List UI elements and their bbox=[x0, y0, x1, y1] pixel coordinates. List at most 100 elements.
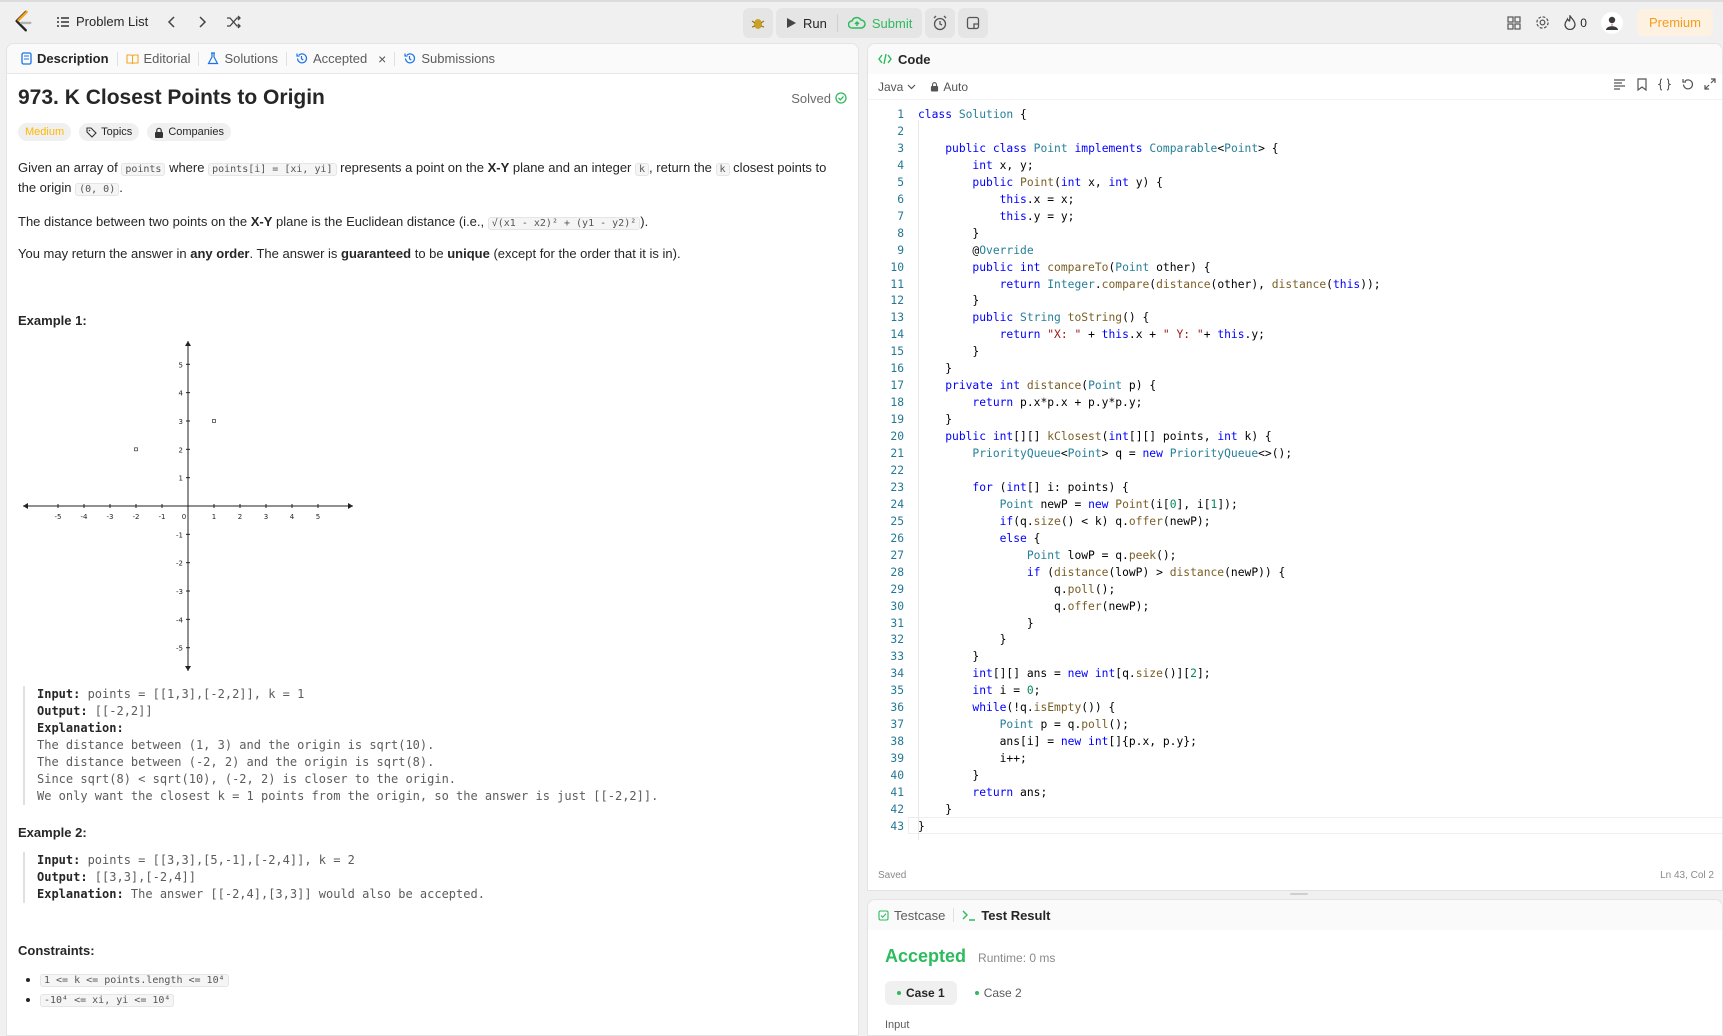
submit-label: Submit bbox=[871, 15, 913, 31]
braces-icon[interactable] bbox=[1658, 78, 1671, 91]
code-line[interactable]: public int compareTo(Point other) { bbox=[918, 261, 1210, 274]
history-icon bbox=[296, 53, 308, 64]
tab-submissions[interactable]: Submissions bbox=[397, 44, 501, 74]
code-line[interactable]: } bbox=[918, 820, 925, 833]
code-line[interactable]: } bbox=[918, 650, 979, 663]
code-line[interactable]: int[][] ans = new int[q.size()][2]; bbox=[918, 667, 1210, 680]
code-line[interactable]: Point newP = new Point(i[0], i[1]); bbox=[918, 498, 1238, 511]
language-select[interactable]: Java bbox=[878, 80, 916, 94]
code-line[interactable]: @Override bbox=[918, 244, 1033, 257]
prev-problem-button[interactable] bbox=[160, 11, 184, 33]
problem-list-button[interactable]: Problem List bbox=[50, 10, 154, 33]
code-line[interactable]: } bbox=[918, 362, 952, 375]
code-line[interactable]: int i = 0; bbox=[918, 684, 1040, 697]
code-line[interactable]: public class Point implements Comparable… bbox=[918, 142, 1278, 155]
lock-icon bbox=[155, 127, 164, 138]
code-line[interactable]: public int[][] kClosest(int[][] points, … bbox=[918, 430, 1272, 443]
expand-icon[interactable] bbox=[1704, 78, 1716, 90]
tab-description[interactable]: Description bbox=[15, 44, 115, 74]
tab-divider bbox=[198, 51, 200, 66]
notes-button[interactable] bbox=[958, 8, 989, 38]
layout-grid-icon[interactable] bbox=[1507, 15, 1521, 30]
case-1-button[interactable]: Case 1 bbox=[885, 981, 957, 1005]
tab-test-result[interactable]: Test Result bbox=[962, 908, 1050, 923]
code-line[interactable]: PriorityQueue<Point> q = new PriorityQue… bbox=[918, 447, 1292, 460]
run-button[interactable]: Run bbox=[776, 8, 837, 38]
topics-button[interactable]: Topics bbox=[79, 123, 140, 141]
code-line[interactable]: class Solution { bbox=[918, 108, 1027, 121]
constraints-list: 1 <= k <= points.length <= 10⁴ -10⁴ <= x… bbox=[40, 972, 847, 1007]
code-line[interactable]: public String toString() { bbox=[918, 311, 1149, 324]
code-line[interactable]: i++; bbox=[918, 752, 1027, 765]
code-line[interactable]: return Integer.compare(distance(other), … bbox=[918, 278, 1381, 291]
book-icon bbox=[125, 53, 139, 64]
code-line[interactable]: } bbox=[918, 345, 979, 358]
code-line[interactable]: if (distance(lowP) > distance(newP)) { bbox=[918, 566, 1286, 579]
code-line[interactable]: int x, y; bbox=[918, 159, 1033, 172]
code-line[interactable]: } bbox=[918, 633, 1007, 646]
y-tick-label: 1 bbox=[179, 475, 183, 483]
panel-resize-handle[interactable] bbox=[1290, 893, 1308, 895]
code-line[interactable]: while(!q.isEmpty()) { bbox=[918, 701, 1115, 714]
streak-counter[interactable]: 0 bbox=[1564, 15, 1587, 30]
code-line[interactable]: this.y = y; bbox=[918, 210, 1075, 223]
code-line[interactable]: this.x = x; bbox=[918, 193, 1075, 206]
code-line[interactable]: Point lowP = q.peek(); bbox=[918, 549, 1177, 562]
premium-button[interactable]: Premium bbox=[1636, 9, 1713, 36]
code-line[interactable]: } bbox=[918, 769, 979, 782]
tab-divider bbox=[116, 51, 118, 66]
code-line[interactable]: if(q.size() < k) q.offer(newP); bbox=[918, 515, 1211, 528]
bookmark-icon[interactable] bbox=[1636, 78, 1648, 91]
line-number: 36 bbox=[890, 701, 904, 715]
code-line[interactable]: } bbox=[918, 617, 1034, 630]
top-navigation: Problem List Run Submit 0 Premium bbox=[0, 0, 1723, 42]
description-panel: Description Editorial Solutions Accepted… bbox=[6, 43, 859, 1036]
check-circle-icon bbox=[835, 92, 847, 104]
submit-button[interactable]: Submit bbox=[838, 8, 922, 38]
tab-editorial[interactable]: Editorial bbox=[120, 44, 197, 74]
reset-icon[interactable] bbox=[1681, 78, 1694, 91]
code-line[interactable]: q.offer(newP); bbox=[918, 600, 1149, 613]
code-line[interactable]: } bbox=[918, 227, 979, 240]
gear-icon[interactable] bbox=[1535, 15, 1550, 30]
random-problem-button[interactable] bbox=[220, 11, 248, 33]
tab-solutions[interactable]: Solutions bbox=[201, 44, 283, 74]
code-panel: Code Java Auto 1 class Solution {2 3 publi… bbox=[867, 43, 1723, 891]
timer-button[interactable] bbox=[925, 8, 956, 38]
code-line[interactable]: Point p = q.poll(); bbox=[918, 718, 1129, 731]
code-line[interactable]: q.poll(); bbox=[918, 583, 1115, 596]
code-line[interactable]: else { bbox=[918, 532, 1041, 545]
code-editor[interactable]: 1 class Solution {2 3 public class Point i… bbox=[868, 104, 1722, 859]
next-problem-button[interactable] bbox=[190, 11, 214, 33]
code-line[interactable]: return p.x*p.x + p.y*p.y; bbox=[918, 396, 1142, 409]
lock-icon bbox=[931, 82, 939, 92]
companies-button[interactable]: Companies bbox=[147, 123, 231, 141]
x-tick-label: 0 bbox=[182, 513, 186, 521]
case-2-button[interactable]: Case 2 bbox=[963, 981, 1034, 1005]
line-number: 29 bbox=[890, 582, 904, 596]
code-line[interactable]: return ans; bbox=[918, 786, 1047, 799]
code-line[interactable]: } bbox=[918, 413, 952, 426]
editor-toolbar: Java Auto bbox=[868, 74, 1722, 100]
tab-accepted[interactable]: Accepted × bbox=[289, 44, 392, 74]
code-line[interactable]: for (int[] i: points) { bbox=[918, 481, 1128, 494]
code-line[interactable]: return "X: " + this.x + " Y: "+ this.y; bbox=[918, 328, 1265, 341]
format-icon[interactable] bbox=[1613, 78, 1626, 91]
language-label: Java bbox=[878, 79, 904, 94]
code-line[interactable]: } bbox=[918, 803, 952, 816]
line-number: 23 bbox=[890, 480, 904, 494]
auto-mode-toggle[interactable]: Auto bbox=[930, 80, 968, 94]
y-tick-label: 3 bbox=[179, 418, 183, 426]
x-tick-label: 5 bbox=[316, 513, 320, 521]
leetcode-logo-icon[interactable] bbox=[12, 10, 34, 34]
code-line[interactable]: private int distance(Point p) { bbox=[918, 379, 1156, 392]
code-line[interactable]: ans[i] = new int[]{p.x, p.y}; bbox=[918, 735, 1197, 748]
code-line[interactable]: } bbox=[918, 294, 979, 307]
code-line[interactable]: public Point(int x, int y) { bbox=[918, 176, 1163, 189]
page-title[interactable]: 973. K Closest Points to Origin bbox=[18, 86, 325, 110]
debug-button[interactable] bbox=[743, 8, 773, 38]
tab-testcase[interactable]: Testcase bbox=[878, 908, 945, 923]
avatar[interactable] bbox=[1600, 11, 1623, 34]
result-panel: Testcase Test Result Accepted Runtime: 0… bbox=[867, 899, 1723, 1036]
close-icon[interactable]: × bbox=[378, 51, 386, 67]
